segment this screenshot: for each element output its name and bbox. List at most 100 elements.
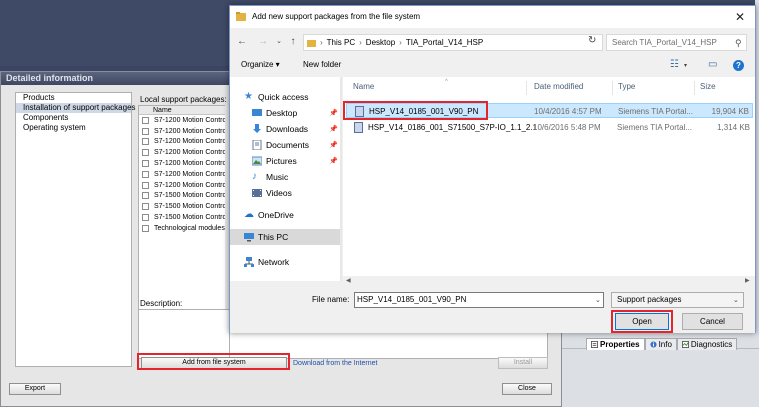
search-placeholder: Search TIA_Portal_V14_HSP — [612, 38, 717, 47]
pin-icon[interactable]: 📌 — [329, 157, 338, 165]
address-bar[interactable]: › This PC › Desktop › TIA_Portal_V14_HSP… — [303, 34, 657, 51]
checkbox[interactable] — [142, 224, 149, 232]
view-options-icon[interactable]: ☷ — [670, 59, 679, 70]
column-separator[interactable] — [612, 81, 613, 95]
pin-icon[interactable]: 📌 — [329, 109, 338, 117]
export-button[interactable]: Export — [9, 383, 61, 395]
checkbox[interactable] — [142, 181, 149, 189]
list-item[interactable]: S7-1500 Motion Control — [139, 212, 229, 223]
install-button[interactable]: Install — [498, 357, 548, 369]
new-folder-button[interactable]: New folder — [303, 60, 341, 69]
properties-icon — [591, 341, 598, 348]
checkbox[interactable] — [142, 203, 149, 211]
list-item[interactable]: S7-1200 Motion Control — [139, 180, 229, 191]
nav-label: Desktop — [266, 108, 298, 118]
scroll-right-icon[interactable]: ▶ — [745, 276, 750, 286]
checkbox[interactable] — [142, 116, 149, 124]
up-arrow-icon[interactable]: ↑ — [287, 35, 299, 49]
checkbox[interactable] — [142, 192, 149, 200]
cancel-button[interactable]: Cancel — [682, 313, 743, 330]
column-date[interactable]: Date modified — [534, 82, 583, 91]
chevron-down-icon[interactable]: ▾ — [684, 62, 687, 69]
download-icon — [253, 124, 261, 133]
tree-item-products[interactable]: Products — [16, 93, 131, 103]
file-list: Name ^ Date modified Type Size HSP_V14_0… — [343, 77, 755, 281]
list-item[interactable]: S7-1500 Motion Control — [139, 191, 229, 202]
download-internet-link[interactable]: Download from the Internet — [293, 360, 377, 367]
list-item[interactable]: S7-1200 Motion Control — [139, 115, 229, 126]
column-separator[interactable] — [694, 81, 695, 95]
list-item[interactable]: S7-1500 Motion Control — [139, 201, 229, 212]
column-separator[interactable] — [526, 81, 527, 95]
package-name: S7-1200 Motion Control — [154, 149, 228, 157]
recent-dropdown-icon[interactable]: ⌄ — [273, 35, 285, 49]
breadcrumb-item[interactable]: TIA_Portal_V14_HSP — [406, 38, 483, 47]
checkbox[interactable] — [142, 170, 149, 178]
checkbox[interactable] — [142, 149, 149, 157]
checkbox[interactable] — [142, 127, 149, 135]
nav-quick-access[interactable]: ★ Quick access — [230, 89, 340, 105]
highlight-box — [343, 101, 488, 120]
list-item[interactable]: Technological modules — [139, 223, 229, 234]
back-arrow-icon[interactable]: ← — [236, 35, 248, 49]
folder-icon — [307, 39, 316, 47]
file-type-select[interactable]: Support packages ⌄ — [611, 292, 744, 308]
list-item[interactable]: S7-1200 Motion Control — [139, 137, 229, 148]
scroll-left-icon[interactable]: ◀ — [346, 276, 351, 286]
search-icon: ⚲ — [735, 38, 742, 48]
list-item[interactable]: S7-1200 Motion Control — [139, 158, 229, 169]
tab-info[interactable]: Info — [644, 338, 677, 350]
tab-diagnostics[interactable]: Diagnostics — [676, 338, 738, 350]
nav-downloads[interactable]: Downloads 📌 — [230, 121, 340, 137]
horizontal-scrollbar[interactable]: ◀ ▶ — [343, 276, 755, 286]
nav-this-pc[interactable]: This PC — [230, 229, 340, 245]
tree-item-support-packages[interactable]: Installation of support packages — [16, 103, 136, 113]
organize-button[interactable]: Organize ▾ — [241, 60, 280, 69]
file-date: 10/6/2016 5:48 PM — [533, 123, 601, 132]
search-input[interactable]: Search TIA_Portal_V14_HSP ⚲ — [606, 34, 747, 51]
preview-pane-icon[interactable]: ▭ — [708, 59, 717, 70]
nav-network[interactable]: Network — [230, 254, 340, 270]
nav-desktop[interactable]: Desktop 📌 — [230, 105, 340, 121]
column-label: Name — [353, 82, 375, 91]
network-icon — [244, 257, 254, 267]
close-icon[interactable]: ✕ — [733, 10, 747, 24]
list-item[interactable]: S7-1200 Motion Control — [139, 147, 229, 158]
breadcrumb-separator: › — [359, 38, 362, 47]
chevron-down-icon[interactable]: ⌄ — [595, 294, 601, 308]
list-item[interactable]: S7-1200 Motion Control — [139, 169, 229, 180]
nav-label: Quick access — [258, 92, 309, 102]
forward-arrow-icon[interactable]: → — [257, 35, 269, 49]
breadcrumb-separator: › — [399, 38, 402, 47]
column-type[interactable]: Type — [618, 82, 635, 91]
file-dialog-title: Add new support packages from the file s… — [252, 12, 421, 21]
tree-item-operating-system[interactable]: Operating system — [16, 123, 131, 133]
nav-scrollbar[interactable] — [340, 77, 342, 281]
nav-videos[interactable]: Videos — [230, 185, 340, 201]
nav-music[interactable]: ♪ Music — [230, 169, 340, 185]
chevron-down-icon: ⌄ — [733, 297, 739, 304]
refresh-icon[interactable]: ↻ — [588, 35, 596, 46]
file-size: 19,904 KB — [711, 107, 749, 116]
nav-documents[interactable]: Documents 📌 — [230, 137, 340, 153]
nav-onedrive[interactable]: ☁ OneDrive — [230, 207, 340, 223]
tab-properties[interactable]: Properties — [586, 338, 645, 350]
pin-icon[interactable]: 📌 — [329, 141, 338, 149]
pin-icon[interactable]: 📌 — [329, 125, 338, 133]
file-name-input[interactable]: HSP_V14_0185_001_V90_PN ⌄ — [354, 292, 604, 308]
help-icon[interactable]: ? — [733, 60, 744, 71]
tree-item-components[interactable]: Components — [16, 113, 131, 123]
file-row[interactable]: HSP_V14_0186_001_S71500_S7P-IO_1.1_2.1 1… — [346, 120, 753, 135]
nav-pictures[interactable]: Pictures 📌 — [230, 153, 340, 169]
checkbox[interactable] — [142, 160, 149, 168]
breadcrumb-item[interactable]: This PC — [327, 38, 355, 47]
list-item[interactable]: S7-1200 Motion Control — [139, 126, 229, 137]
column-name[interactable]: Name ^ — [353, 79, 448, 91]
checkbox[interactable] — [142, 214, 149, 222]
breadcrumb-item[interactable]: Desktop — [366, 38, 395, 47]
checkbox[interactable] — [142, 138, 149, 146]
nav-label: Videos — [266, 188, 292, 198]
list-header-name[interactable]: Name — [139, 106, 229, 115]
column-size[interactable]: Size — [700, 82, 716, 91]
close-button[interactable]: Close — [502, 383, 552, 395]
